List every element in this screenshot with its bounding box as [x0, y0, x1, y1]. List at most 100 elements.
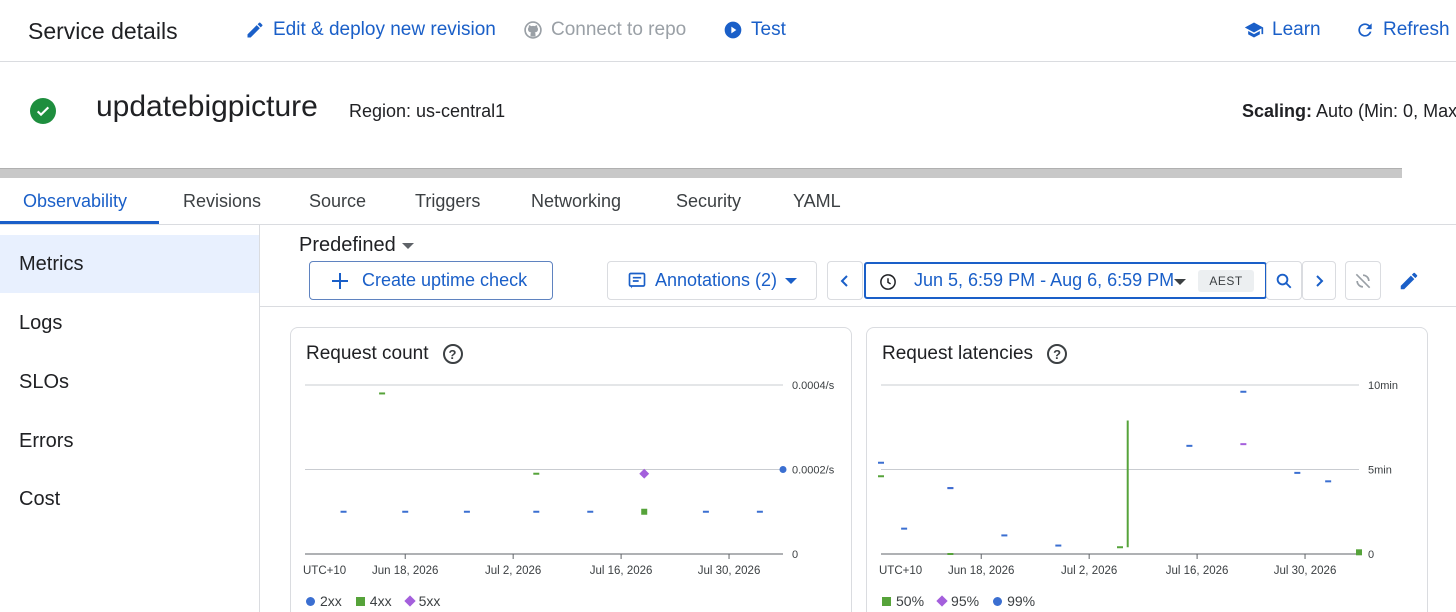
x-tick-label: Jul 16, 2026 [590, 565, 653, 577]
legend-label: 50% [896, 593, 925, 609]
legend-label: 95% [951, 593, 980, 609]
sidebar-item-logs[interactable]: Logs [0, 294, 259, 352]
tab-security[interactable]: Security [676, 191, 741, 212]
uptime-label: Create uptime check [362, 270, 528, 290]
test-label: Test [751, 19, 786, 40]
school-icon [1244, 22, 1264, 38]
learn-label: Learn [1272, 19, 1321, 40]
caret-down-icon [785, 277, 798, 284]
tab-observability[interactable]: Observability [23, 191, 127, 212]
x-tick-label: UTC+10 [879, 565, 922, 577]
timezone-chip[interactable]: AEST [1198, 270, 1254, 292]
github-icon [524, 21, 542, 39]
zoom-button[interactable] [1266, 261, 1302, 300]
time-range-picker[interactable]: Jun 5, 6:59 PM - Aug 6, 6:59 PM AEST [864, 262, 1267, 299]
y-tick-label: 5min [1368, 465, 1392, 477]
data-point[interactable] [1356, 549, 1362, 556]
scaling-label: Scaling: [1242, 101, 1313, 121]
refresh-icon [1358, 23, 1372, 37]
x-tick-label: UTC+10 [303, 565, 346, 577]
time-forward-button[interactable] [1302, 261, 1336, 300]
pencil-icon [247, 22, 263, 38]
annotations-dropdown[interactable]: Annotations (2) [607, 261, 817, 300]
test-button[interactable]: Test [723, 19, 786, 41]
refresh-label: Refresh [1383, 19, 1450, 40]
y-tick-label: 0.0002/s [792, 465, 835, 477]
sidebar-item-errors[interactable]: Errors [0, 412, 259, 470]
connect-repo-label: Connect to repo [551, 19, 687, 40]
pencil-icon [1400, 272, 1418, 290]
y-tick-label: 0 [1368, 549, 1374, 561]
tab-source[interactable]: Source [309, 191, 366, 212]
sync-disabled-icon [1355, 273, 1371, 288]
service-summary: updatebigpicture Region: us-central1 Sca… [0, 62, 1456, 168]
legend-swatch [403, 595, 416, 607]
predefined-label: Predefined [299, 234, 396, 256]
chevron-left-icon [840, 274, 848, 287]
chevron-right-icon [1316, 274, 1324, 287]
y-tick-label: 10min [1368, 380, 1398, 392]
zoom-icon [1276, 273, 1292, 288]
service-scaling: Scaling: Auto (Min: 0, Max: 3 [1242, 101, 1456, 122]
learn-button[interactable]: Learn [1244, 19, 1321, 41]
x-tick-label: Jun 18, 2026 [948, 565, 1015, 577]
legend-label: 2xx [320, 593, 342, 609]
clock-icon [880, 274, 896, 290]
legend-swatch [306, 596, 315, 606]
legend-item-50[interactable]: 50% [882, 593, 924, 609]
toolbar-divider [260, 306, 1456, 307]
annotations-label: Annotations (2) [654, 270, 778, 290]
page-header: Service details Edit & deploy new revisi… [0, 0, 1456, 62]
x-tick-label: Jul 30, 2026 [698, 565, 761, 577]
edit-deploy-label: Edit & deploy new revision [273, 19, 496, 40]
time-back-button[interactable] [827, 261, 863, 300]
tab-yaml[interactable]: YAML [793, 191, 841, 212]
legend-item-99[interactable]: 99% [993, 593, 1035, 609]
legend-label: 5xx [418, 593, 441, 609]
legend-item-5xx[interactable]: 5xx [403, 593, 441, 609]
x-tick-label: Jun 18, 2026 [372, 565, 439, 577]
edit-dashboard-button[interactable] [1398, 270, 1420, 292]
request-latencies-chart-card: Request latencies ? 0 5min 10min UTC+10 Jun … [866, 327, 1428, 612]
data-point[interactable] [639, 468, 650, 479]
legend-item-95[interactable]: 95% [936, 593, 980, 609]
observability-sidebar: Metrics Logs SLOs Errors Cost [0, 225, 260, 612]
legend-item-2xx[interactable]: 2xx [306, 593, 342, 609]
tab-bar: Observability Revisions Source Triggers … [0, 178, 1456, 225]
time-range-label: Jun 5, 6:59 PM - Aug 6, 6:59 PM [914, 270, 1175, 290]
annotation-icon [628, 272, 646, 288]
refresh-button[interactable]: Refresh [1355, 19, 1450, 41]
legend-item-4xx[interactable]: 4xx [355, 593, 392, 609]
check-circle-icon [30, 98, 56, 124]
y-tick-label: 0.0004/s [792, 380, 835, 392]
x-tick-label: Jul 2, 2026 [485, 565, 541, 577]
legend-swatch [882, 596, 891, 606]
sync-off-button[interactable] [1345, 261, 1381, 300]
edit-deploy-button[interactable]: Edit & deploy new revision [245, 19, 496, 41]
page-title: Service details [28, 18, 178, 44]
service-name: updatebigpicture [96, 90, 318, 123]
legend-swatch [936, 595, 948, 607]
sidebar-item-cost[interactable]: Cost [0, 470, 259, 528]
scaling-value: Auto (Min: 0, Max: 3 [1316, 101, 1456, 121]
tab-networking[interactable]: Networking [531, 191, 621, 212]
sidebar-item-slos[interactable]: SLOs [0, 353, 259, 411]
active-tab-indicator [0, 221, 159, 224]
y-tick-label: 0 [792, 549, 798, 561]
caret-down-icon [1174, 279, 1186, 285]
connect-repo-button[interactable]: Connect to repo [523, 19, 686, 41]
data-point[interactable] [779, 466, 787, 473]
x-tick-label: Jul 16, 2026 [1166, 565, 1229, 577]
legend-label: 99% [1007, 593, 1036, 609]
create-uptime-check-button[interactable]: Create uptime check [309, 261, 553, 300]
service-region: Region: us-central1 [349, 101, 506, 121]
tab-revisions[interactable]: Revisions [183, 191, 261, 212]
request-count-legend: 2xx 4xx 5xx [306, 593, 440, 609]
data-point[interactable] [641, 508, 648, 515]
tab-triggers[interactable]: Triggers [415, 191, 480, 212]
request-count-chart-card: Request count ? 0 0.0002/s 0.0004/s UTC+10 J… [290, 327, 852, 612]
sidebar-item-metrics[interactable]: Metrics [0, 235, 259, 293]
horizontal-scrollbar[interactable] [0, 168, 1402, 178]
play-circle-icon [724, 21, 742, 39]
predefined-dropdown[interactable]: Predefined [299, 234, 414, 257]
